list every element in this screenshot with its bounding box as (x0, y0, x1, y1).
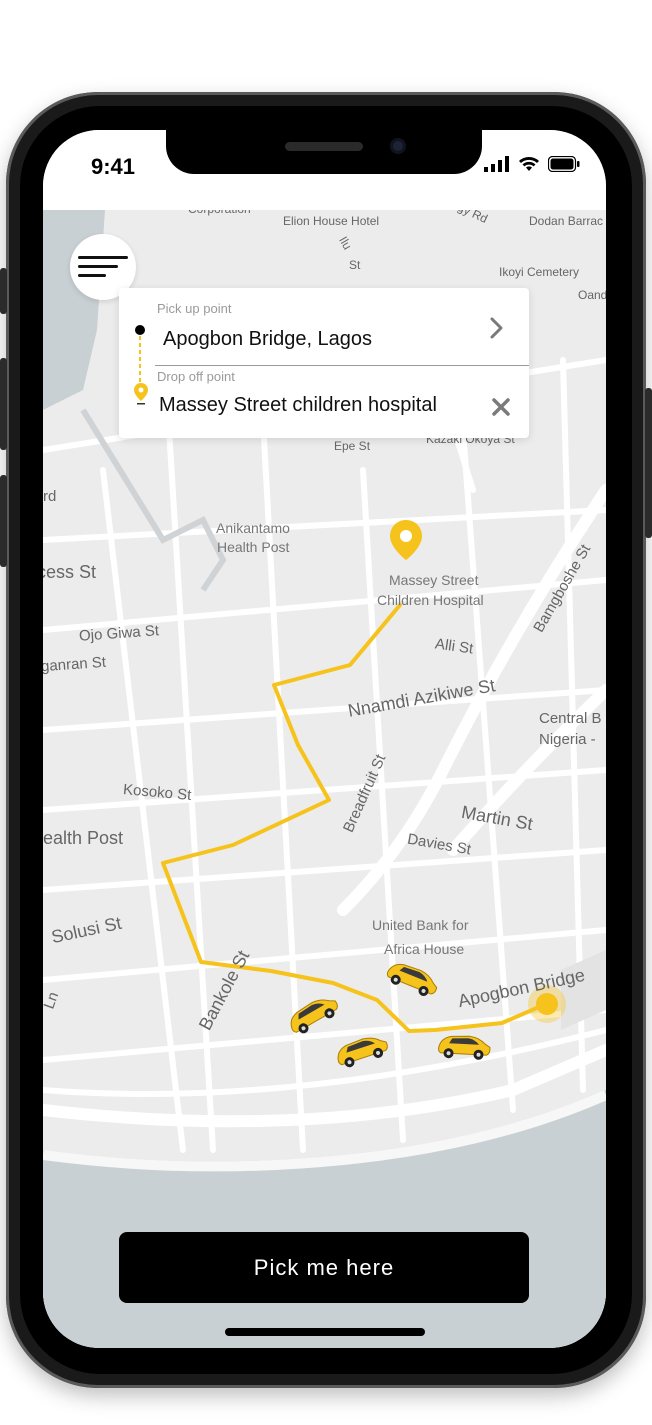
pickup-label: Pick up point (157, 301, 232, 316)
destination-pin-icon (390, 520, 422, 560)
hamburger-icon-line (78, 274, 106, 277)
route-card: Pick up point Apogbon Bridge, Lagos Drop… (119, 288, 529, 438)
card-divider (155, 365, 529, 366)
map-label: Central B (539, 710, 602, 727)
pick-me-here-button[interactable]: Pick me here (119, 1232, 529, 1303)
destination-label: Children Hospital (377, 592, 484, 608)
map-label: ealth Post (43, 828, 124, 848)
map-label: Nigeria - (539, 731, 596, 748)
status-icons (484, 156, 580, 172)
hamburger-icon-line (78, 265, 118, 268)
poi-label: Health Post (217, 539, 290, 555)
poi-label: Africa House (384, 941, 465, 957)
power-button (645, 388, 652, 538)
map-label: rd (43, 488, 57, 505)
map-label: Ikoyi Cemetery (499, 265, 580, 279)
route-connector (139, 336, 141, 382)
map-label: St (349, 258, 361, 272)
map-label: Dodan Barrac (529, 214, 604, 228)
volume-down-button (0, 475, 7, 567)
pickup-dot-icon (135, 325, 145, 335)
hamburger-icon-line (78, 256, 128, 259)
poi-label: Anikantamo (216, 520, 290, 536)
clear-icon[interactable] (490, 396, 512, 418)
home-indicator (225, 1328, 425, 1336)
cellular-signal-icon (484, 156, 509, 172)
phone-screen: 9:41 Elion House Hotel Ilu St gy Rd Doda… (43, 130, 606, 1348)
front-camera (390, 138, 406, 154)
poi-label: United Bank for (372, 917, 469, 933)
map-label: Epe St (334, 439, 371, 453)
status-time: 9:41 (91, 154, 136, 179)
map-label: Oand (578, 288, 606, 302)
speaker-grille (285, 142, 363, 151)
silent-switch (0, 268, 7, 314)
map-label: Elion House Hotel (283, 214, 380, 228)
dropoff-pin-icon (134, 383, 148, 405)
volume-up-button (0, 358, 7, 450)
map-label: cess St (43, 562, 97, 582)
taxi-car-icon (438, 1035, 491, 1060)
destination-label: Massey Street (389, 572, 479, 588)
notch (166, 130, 482, 174)
pickup-field[interactable]: Apogbon Bridge, Lagos (163, 328, 372, 351)
dropoff-label: Drop off point (157, 369, 235, 384)
wifi-icon (519, 157, 539, 171)
dropoff-field[interactable]: Massey Street children hospital (159, 394, 437, 417)
battery-icon (548, 156, 580, 172)
chevron-right-icon[interactable] (485, 317, 507, 339)
